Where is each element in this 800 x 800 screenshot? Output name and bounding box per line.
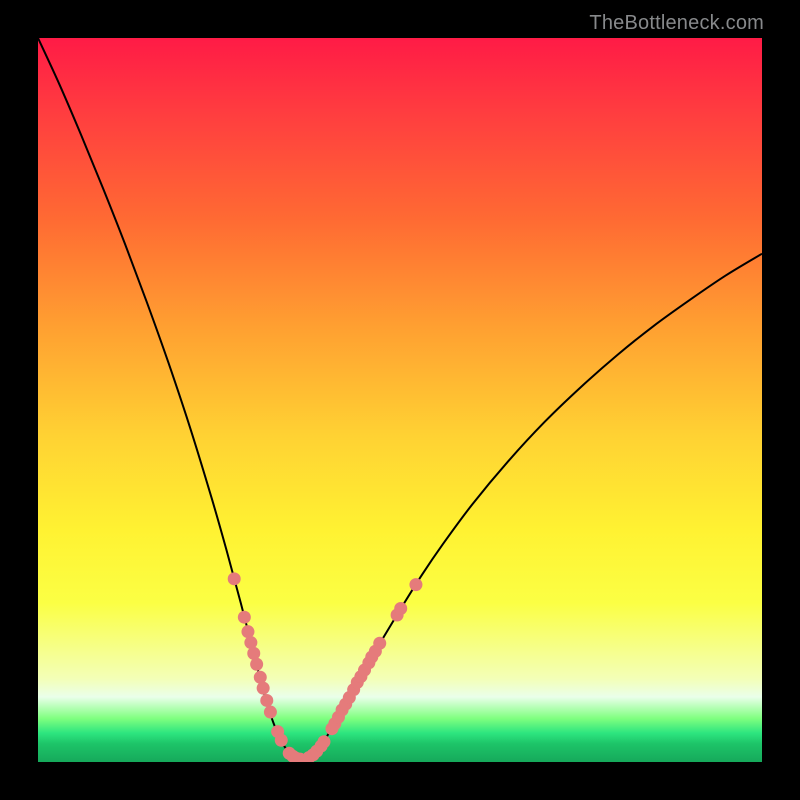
data-dot <box>409 578 422 591</box>
watermark-text: TheBottleneck.com <box>589 12 764 35</box>
chart-frame: TheBottleneck.com <box>0 0 800 800</box>
data-dot <box>228 572 241 585</box>
data-dot <box>257 682 270 695</box>
data-dot <box>260 694 273 707</box>
data-dot <box>247 647 260 660</box>
data-dot <box>254 671 267 684</box>
data-dot <box>241 625 254 638</box>
bottleneck-curve <box>38 38 762 762</box>
data-dot <box>373 637 386 650</box>
data-dot <box>238 611 251 624</box>
data-dot <box>275 734 288 747</box>
data-dot <box>317 735 330 748</box>
data-dot <box>264 706 277 719</box>
plot-area <box>38 38 762 762</box>
data-dot <box>394 602 407 615</box>
data-dot <box>244 636 257 649</box>
curve-line <box>38 38 762 760</box>
data-dot <box>250 658 263 671</box>
